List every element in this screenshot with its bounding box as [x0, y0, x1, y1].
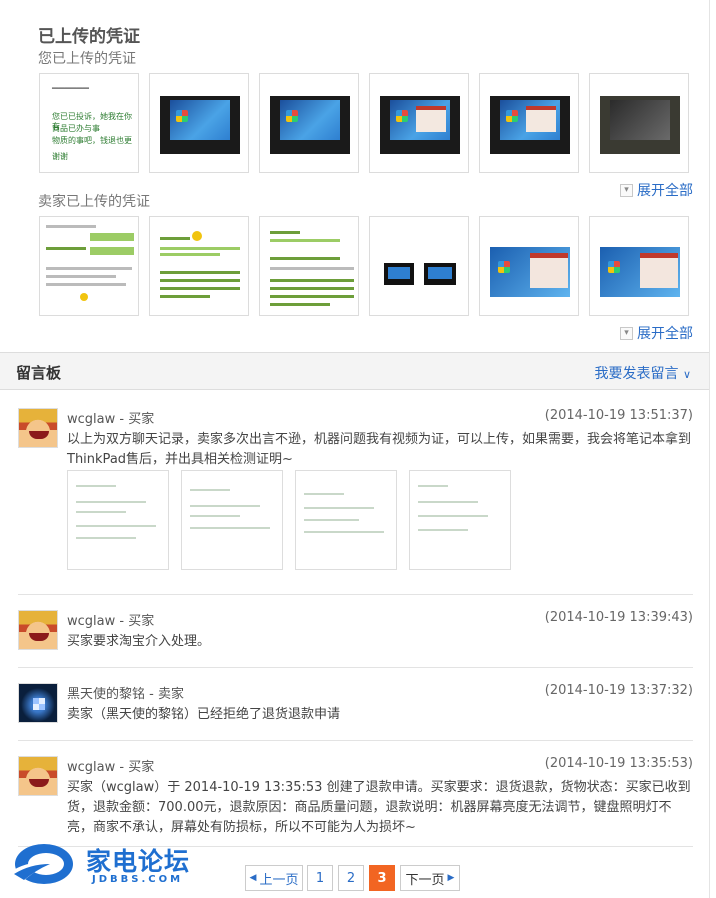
proof-thumbnail-screens[interactable]: [369, 216, 469, 316]
luffy-avatar: [18, 610, 58, 650]
message-item: wcglaw - 买家 (2014-10-19 13:39:43) 买家要求淘宝…: [18, 610, 693, 660]
message-text: 买家要求淘宝介入处理。: [67, 634, 211, 649]
luffy-avatar: [18, 756, 58, 796]
page-2-button[interactable]: 2: [338, 865, 364, 891]
message-time: (2014-10-19 13:51:37): [544, 408, 693, 423]
windows-avatar: [18, 683, 58, 723]
emoji-icon: [192, 231, 202, 241]
windows-logo-icon: [176, 110, 188, 122]
section-title: 已上传的凭证: [38, 27, 140, 47]
windows-logo-icon: [498, 261, 510, 273]
message-item: wcglaw - 买家 (2014-10-19 13:35:53) 买家（wcg…: [18, 756, 693, 836]
prev-page-button[interactable]: ◀ 上一页: [245, 865, 303, 891]
message-author: wcglaw - 买家: [67, 760, 155, 775]
triangle-right-icon: ▶: [447, 873, 455, 883]
proof-thumbnail-laptop[interactable]: [479, 73, 579, 173]
logo-text-cn: 家电论坛: [86, 847, 191, 876]
attachment-thumbnail[interactable]: [409, 470, 511, 570]
expand-label: 展开全部: [637, 183, 693, 199]
page-1-button[interactable]: 1: [307, 865, 333, 891]
expand-my-proofs-button[interactable]: ▾ 展开全部: [620, 180, 693, 200]
divider: [18, 594, 693, 595]
page-right-border: [709, 0, 710, 898]
logo-text-en: JDBBS.COM: [92, 874, 184, 885]
proof-thumbnail-laptop[interactable]: [589, 73, 689, 173]
divider: [18, 740, 693, 741]
message-text: 以上为双方聊天记录，卖家多次出言不逊，机器问题我有视频为证，可以上传，如果需要，…: [67, 432, 692, 467]
chevron-down-icon: ▾: [620, 183, 633, 197]
message-time: (2014-10-19 13:35:53): [544, 756, 693, 771]
proof-thumbnail-chat[interactable]: [149, 216, 249, 316]
proof-thumbnail-error-dialog[interactable]: [479, 216, 579, 316]
message-time: (2014-10-19 13:37:32): [544, 683, 693, 698]
proof-thumbnail-chat[interactable]: [39, 216, 139, 316]
handwriting-line: 谢谢: [52, 152, 68, 161]
handwriting-line: 商品已办与事: [52, 124, 100, 133]
message-author: 黑天使的黎铭 - 卖家: [67, 687, 184, 702]
pagination: ◀ 上一页 1 2 3 下一页 ▶: [245, 865, 460, 891]
message-text: 买家（wcglaw）于 2014-10-19 13:35:53 创建了退款申请。…: [67, 780, 691, 835]
post-message-link[interactable]: 我要发表留言 ∨: [594, 363, 691, 383]
proof-thumbnail-error-dialog[interactable]: [589, 216, 689, 316]
jdbbs-logo: 家电论坛 JDBBS.COM: [8, 838, 203, 892]
luffy-avatar: [18, 408, 58, 448]
attachment-thumbnail[interactable]: [67, 470, 169, 570]
message-board-header: 留言板 我要发表留言 ∨: [0, 352, 709, 390]
proof-thumbnail-laptop[interactable]: [369, 73, 469, 173]
proof-thumbnail-laptop[interactable]: [259, 73, 359, 173]
emoji-icon: [80, 293, 88, 301]
seller-proofs-label: 卖家已上传的凭证: [38, 194, 150, 210]
proof-thumbnail-chat[interactable]: [259, 216, 359, 316]
attachment-thumbnail[interactable]: [295, 470, 397, 570]
windows-logo-icon: [506, 110, 518, 122]
proof-thumbnail-handwriting[interactable]: ▔▔▔▔▔▔ 您已已投诉，她我在你有 商品已办与事 物质的事吧，钱退也更 谢谢: [39, 73, 139, 173]
chevron-down-icon: ∨: [682, 368, 691, 381]
handwriting-line: 物质的事吧，钱退也更: [52, 136, 132, 145]
proof-thumbnail-laptop[interactable]: [149, 73, 249, 173]
message-author: wcglaw - 买家: [67, 412, 155, 427]
expand-seller-proofs-button[interactable]: ▾ 展开全部: [620, 323, 693, 343]
chevron-down-icon: ▾: [620, 326, 633, 340]
message-author: wcglaw - 买家: [67, 614, 155, 629]
message-item: 黑天使的黎铭 - 卖家 (2014-10-19 13:37:32) 卖家（黑天使…: [18, 683, 693, 733]
triangle-left-icon: ◀: [249, 873, 257, 883]
windows-logo-icon: [396, 110, 408, 122]
message-item: wcglaw - 买家 (2014-10-19 13:51:37) 以上为双方聊…: [18, 408, 693, 588]
expand-label: 展开全部: [637, 326, 693, 342]
page-3-current[interactable]: 3: [369, 865, 395, 891]
message-board-title: 留言板: [16, 364, 62, 382]
divider: [18, 667, 693, 668]
logo-swoosh-icon: [10, 844, 73, 884]
my-proofs-label: 您已上传的凭证: [38, 51, 136, 67]
windows-logo-icon: [286, 110, 298, 122]
next-page-button[interactable]: 下一页 ▶: [400, 865, 460, 891]
attachment-thumbnail[interactable]: [181, 470, 283, 570]
windows-logo-icon: [608, 261, 620, 273]
message-time: (2014-10-19 13:39:43): [544, 610, 693, 625]
message-text: 卖家（黑天使的黎铭）已经拒绝了退货退款申请: [67, 707, 341, 722]
